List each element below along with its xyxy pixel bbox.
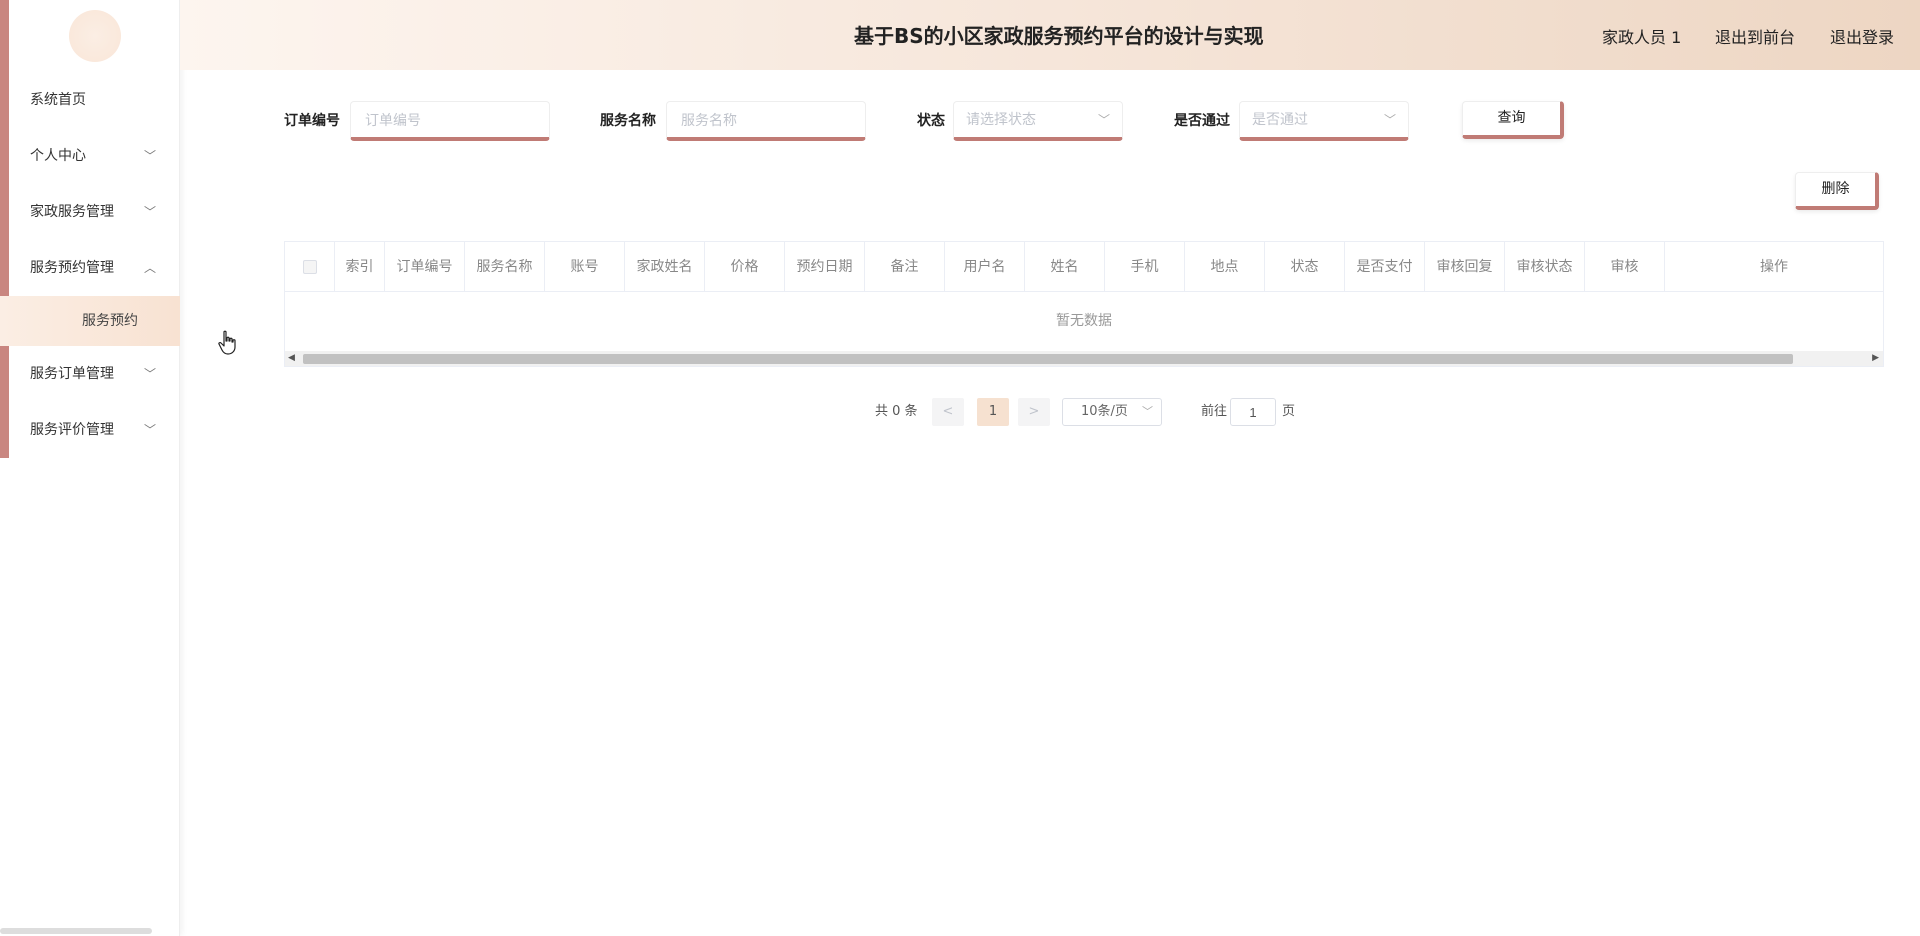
column-header: 操作 <box>1760 259 1788 275</box>
page-size-select[interactable]: 10条/页 ﹀ <box>1062 398 1162 426</box>
status-label: 状态 <box>917 113 945 129</box>
column-header: 家政姓名 <box>625 242 705 292</box>
pagination-total: 共 0 条 <box>875 404 918 419</box>
column-header: 用户名 <box>945 242 1025 292</box>
page-unit-label: 页 <box>1282 404 1296 419</box>
sidebar-item-housekeeping-service[interactable]: 家政服务管理 ﹀ <box>0 184 180 240</box>
column-header: 账号 <box>545 242 625 292</box>
sidebar-item-label: 系统首页 <box>30 92 86 108</box>
chevron-down-icon: ﹀ <box>143 205 156 219</box>
chevron-up-icon: ︿ <box>143 261 156 275</box>
sidebar-item-label: 服务评价管理 <box>30 422 114 438</box>
current-user: 家政人员 1 <box>1602 28 1682 47</box>
back-to-front-link[interactable]: 退出到前台 <box>1715 0 1795 76</box>
sidebar-item-label: 家政服务管理 <box>30 204 114 220</box>
passed-label: 是否通过 <box>1174 113 1230 129</box>
order-no-label: 订单编号 <box>284 113 340 129</box>
passed-select[interactable]: 是否通过 ﹀ <box>1239 101 1409 141</box>
status-select-placeholder: 请选择状态 <box>966 112 1036 128</box>
column-header: 姓名 <box>1025 242 1105 292</box>
table-header: 索引 订单编号 服务名称 账号 家政姓名 价格 预约日期 备注 用户名 姓名 手… <box>285 242 1883 292</box>
chevron-down-icon: ﹀ <box>1097 113 1110 127</box>
table-horizontal-scrollbar[interactable]: ◀ ▶ <box>285 351 1883 366</box>
scroll-left-icon[interactable]: ◀ <box>288 351 295 366</box>
sidebar-scrollbar[interactable] <box>0 928 152 934</box>
column-header: 地点 <box>1185 242 1265 292</box>
sidebar: 系统首页 个人中心 ﹀ 家政服务管理 ﹀ 服务预约管理 ︿ 服务预约 服务订单管… <box>0 0 180 936</box>
column-header: 索引 <box>335 242 385 292</box>
sidebar-item-service-review[interactable]: 服务评价管理 ﹀ <box>0 402 180 458</box>
hand-cursor-icon <box>218 330 236 355</box>
column-header: 备注 <box>865 242 945 292</box>
column-header: 订单编号 <box>385 242 465 292</box>
sidebar-subitem-service-booking[interactable]: 服务预约 <box>0 296 180 346</box>
sidebar-item-home[interactable]: 系统首页 <box>0 72 180 128</box>
order-no-input[interactable] <box>350 101 550 141</box>
query-button[interactable]: 查询 <box>1462 101 1564 139</box>
column-header: 审核 <box>1585 242 1665 292</box>
logo <box>69 10 121 62</box>
service-name-input[interactable] <box>666 101 866 141</box>
delete-button[interactable]: 删除 <box>1795 172 1879 210</box>
select-all-checkbox-cell <box>285 242 335 292</box>
sidebar-item-service-order[interactable]: 服务订单管理 ﹀ <box>0 346 180 402</box>
column-header: 手机 <box>1105 242 1185 292</box>
sidebar-item-label: 个人中心 <box>30 148 86 164</box>
empty-text: 暂无数据 <box>1056 313 1112 329</box>
service-name-label: 服务名称 <box>600 113 656 129</box>
goto-label: 前往 <box>1201 404 1228 419</box>
column-header: 审核状态 <box>1505 242 1585 292</box>
prev-page-button[interactable]: < <box>932 398 964 426</box>
chevron-down-icon: ﹀ <box>143 149 156 163</box>
chevron-down-icon: ﹀ <box>143 423 156 437</box>
column-header: 预约日期 <box>785 242 865 292</box>
sidebar-subitem-label: 服务预约 <box>82 313 138 329</box>
column-header: 审核回复 <box>1425 242 1505 292</box>
goto-page-input[interactable] <box>1230 398 1276 426</box>
data-table: 索引 订单编号 服务名称 账号 家政姓名 价格 预约日期 备注 用户名 姓名 手… <box>284 241 1884 367</box>
next-page-button[interactable]: > <box>1018 398 1050 426</box>
sidebar-item-personal-center[interactable]: 个人中心 ﹀ <box>0 128 180 184</box>
sidebar-item-service-booking[interactable]: 服务预约管理 ︿ <box>0 240 180 296</box>
scroll-right-icon[interactable]: ▶ <box>1872 351 1879 366</box>
passed-select-placeholder: 是否通过 <box>1252 112 1308 128</box>
top-header: 基于BS的小区家政服务预约平台的设计与实现 家政人员 1 退出到前台 退出登录 <box>180 0 1920 70</box>
select-all-checkbox[interactable] <box>302 260 317 274</box>
page-number-button[interactable]: 1 <box>977 398 1009 426</box>
column-header: 服务名称 <box>465 242 545 292</box>
status-select[interactable]: 请选择状态 ﹀ <box>953 101 1123 141</box>
logout-link[interactable]: 退出登录 <box>1830 0 1894 76</box>
page-title: 基于BS的小区家政服务预约平台的设计与实现 <box>854 24 1264 48</box>
scrollbar-thumb[interactable] <box>303 354 1793 364</box>
column-header: 状态 <box>1265 242 1345 292</box>
chevron-down-icon: ﹀ <box>1383 113 1396 127</box>
sidebar-item-label: 服务订单管理 <box>30 366 114 382</box>
sidebar-menu: 系统首页 个人中心 ﹀ 家政服务管理 ﹀ 服务预约管理 ︿ 服务预约 服务订单管… <box>0 72 180 458</box>
page-size-value: 10条/页 <box>1081 404 1128 419</box>
chevron-down-icon: ﹀ <box>143 367 156 381</box>
sidebar-item-label: 服务预约管理 <box>30 260 114 276</box>
column-header: 价格 <box>705 242 785 292</box>
column-header: 是否支付 <box>1345 242 1425 292</box>
chevron-down-icon: ﹀ <box>1142 405 1153 418</box>
